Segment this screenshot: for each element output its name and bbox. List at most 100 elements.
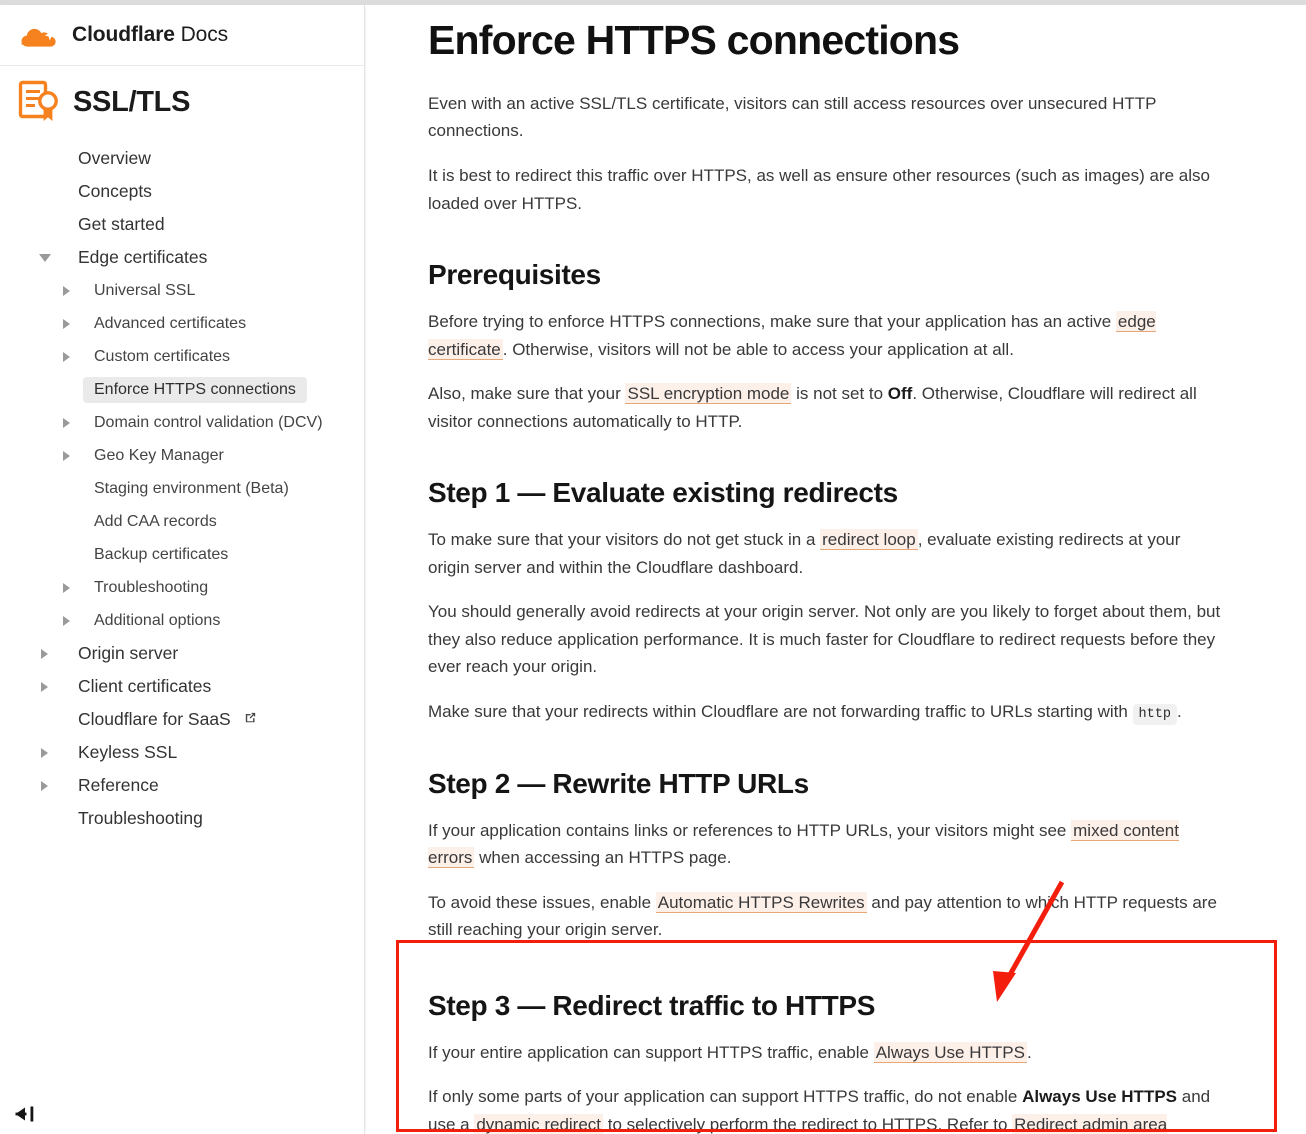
sidebar-item-label: Reference xyxy=(78,775,159,795)
chevron-right-icon[interactable] xyxy=(63,351,70,362)
collapse-sidebar-icon[interactable] xyxy=(10,1100,44,1128)
chevron-right-icon[interactable] xyxy=(63,417,70,428)
chevron-right-icon[interactable] xyxy=(63,582,70,593)
sidebar-item-staging-environment-beta[interactable]: Staging environment (Beta) xyxy=(0,472,364,505)
sidebar-item-client-certificates[interactable]: Client certificates xyxy=(0,670,364,703)
sidebar-item-label: Troubleshooting xyxy=(78,808,203,828)
sidebar-item-enforce-https-connections[interactable]: Enforce HTTPS connections xyxy=(0,373,364,406)
text-fragment: is not set to xyxy=(791,384,888,404)
text-fragment: . Otherwise, visitors will not be able t… xyxy=(502,339,1014,359)
sidebar-item-custom-certificates[interactable]: Custom certificates xyxy=(0,340,364,373)
step1-heading: Step 1 — Evaluate existing redirects xyxy=(428,477,898,509)
main-content: Enforce HTTPS connections Even with an a… xyxy=(366,5,1306,1134)
sidebar-item-advanced-certificates[interactable]: Advanced certificates xyxy=(0,307,364,340)
sidebar-item-label: Edge certificates xyxy=(78,247,208,267)
product-title: SSL/TLS xyxy=(73,85,191,118)
chevron-down-icon[interactable] xyxy=(39,253,51,262)
sidebar-item-label: Overview xyxy=(78,148,151,168)
http-code-span: http xyxy=(1132,703,1177,725)
text-fragment: If only some parts of your application c… xyxy=(428,1087,1023,1107)
sidebar-item-geo-key-manager[interactable]: Geo Key Manager xyxy=(0,439,364,472)
sidebar-item-label: Enforce HTTPS connections xyxy=(83,376,307,403)
sidebar-item-label: Cloudflare for SaaS xyxy=(78,709,231,729)
certificate-icon xyxy=(18,80,60,124)
chevron-right-icon[interactable] xyxy=(63,318,70,329)
chevron-right-icon[interactable] xyxy=(41,747,48,758)
always-use-https-emphasis: Always Use HTTPS xyxy=(1022,1087,1178,1107)
sidebar-item-label: Keyless SSL xyxy=(78,742,178,762)
sidebar-item-label: Add CAA records xyxy=(94,512,217,530)
step2-paragraph-1: If your application contains links or re… xyxy=(428,817,1223,872)
text-fragment: . xyxy=(1026,1042,1032,1062)
text-fragment: Also, make sure that your xyxy=(428,384,626,404)
sidebar-item-label: Domain control validation (DCV) xyxy=(94,413,323,431)
sidebar-item-label: Universal SSL xyxy=(94,281,196,299)
step3-paragraph-1: If your entire application can support H… xyxy=(428,1039,1223,1067)
page-title: Enforce HTTPS connections xyxy=(428,17,960,63)
sidebar-item-origin-server[interactable]: Origin server xyxy=(0,637,364,670)
prerequisites-paragraph-2: Also, make sure that your SSL encryption… xyxy=(428,380,1223,435)
docs-page: Cloudflare Docs SSL/TLS Overview Concepts… xyxy=(0,0,1306,1134)
external-link-icon xyxy=(243,709,258,730)
sidebar-item-label: Geo Key Manager xyxy=(94,446,224,464)
sidebar-item-label: Custom certificates xyxy=(94,347,231,365)
sidebar-item-label: Troubleshooting xyxy=(94,578,209,596)
sidebar-item-label: Get started xyxy=(78,214,165,234)
always-use-https-link[interactable]: Always Use HTTPS xyxy=(873,1041,1027,1063)
step3-paragraph-2: If only some parts of your application c… xyxy=(428,1083,1223,1134)
sidebar: Cloudflare Docs SSL/TLS Overview Concepts… xyxy=(0,5,365,1134)
step1-paragraph-2: You should generally avoid redirects at … xyxy=(428,602,1221,677)
sidebar-item-domain-control-validation-dcv[interactable]: Domain control validation (DCV) xyxy=(0,406,364,439)
sidebar-item-overview[interactable]: Overview xyxy=(0,142,364,175)
step1-paragraph-1: To make sure that your visitors do not g… xyxy=(428,526,1223,581)
chevron-right-icon[interactable] xyxy=(41,681,48,692)
sidebar-item-troubleshooting[interactable]: Troubleshooting xyxy=(0,571,364,604)
text-fragment: To avoid these issues, enable xyxy=(428,892,656,912)
automatic-https-rewrites-link[interactable]: Automatic HTTPS Rewrites xyxy=(655,891,867,913)
text-fragment: to selectively perform the redirect to H… xyxy=(603,1114,1013,1134)
prerequisites-paragraph-1: Before trying to enforce HTTPS connectio… xyxy=(428,308,1223,363)
sidebar-item-label: Additional options xyxy=(94,611,221,629)
sidebar-item-label: Origin server xyxy=(78,643,179,663)
chevron-right-icon[interactable] xyxy=(63,615,70,626)
sidebar-item-cloudflare-for-saas[interactable]: Cloudflare for SaaS xyxy=(0,703,364,736)
chevron-right-icon[interactable] xyxy=(63,285,70,296)
chevron-right-icon[interactable] xyxy=(41,780,48,791)
redirect-loop-link[interactable]: redirect loop xyxy=(820,529,918,551)
sidebar-item-additional-options[interactable]: Additional options xyxy=(0,604,364,637)
sidebar-item-reference[interactable]: Reference xyxy=(0,769,364,802)
sidebar-item-add-caa-records[interactable]: Add CAA records xyxy=(0,505,364,538)
off-emphasis: Off xyxy=(887,384,913,404)
dynamic-redirect-link[interactable]: dynamic redirect xyxy=(474,1113,604,1134)
brand-title: Cloudflare Docs xyxy=(72,23,228,47)
brand-name-light: Docs xyxy=(174,23,229,46)
sidebar-item-keyless-ssl[interactable]: Keyless SSL xyxy=(0,736,364,769)
chevron-right-icon[interactable] xyxy=(41,648,48,659)
text-fragment: If your application contains links or re… xyxy=(428,820,1072,840)
text-fragment: Make sure that your redirects within Clo… xyxy=(428,701,1133,721)
text-fragment: To make sure that your visitors do not g… xyxy=(428,530,821,550)
step3-heading: Step 3 — Redirect traffic to HTTPS xyxy=(428,989,876,1021)
intro-paragraph-1: Even with an active SSL/TLS certificate,… xyxy=(428,93,1157,141)
sidebar-item-backup-certificates[interactable]: Backup certificates xyxy=(0,538,364,571)
sidebar-item-label: Client certificates xyxy=(78,676,212,696)
sidebar-item-troubleshooting[interactable]: Troubleshooting xyxy=(0,802,364,835)
sidebar-item-label: Staging environment (Beta) xyxy=(94,479,289,497)
sidebar-item-get-started[interactable]: Get started xyxy=(0,208,364,241)
brand-header[interactable]: Cloudflare Docs xyxy=(0,5,364,66)
text-fragment: Before trying to enforce HTTPS connectio… xyxy=(428,312,1116,332)
prerequisites-heading: Prerequisites xyxy=(428,259,601,291)
sidebar-item-edge-certificates[interactable]: Edge certificates xyxy=(0,241,364,274)
sidebar-item-label: Backup certificates xyxy=(94,545,229,563)
sidebar-item-label: Concepts xyxy=(78,181,152,201)
step2-heading: Step 2 — Rewrite HTTP URLs xyxy=(428,767,809,799)
text-fragment: If your entire application can support H… xyxy=(428,1042,874,1062)
brand-name-bold: Cloudflare xyxy=(72,23,175,46)
intro-paragraph-2: It is best to redirect this traffic over… xyxy=(428,165,1210,213)
step1-paragraph-3: Make sure that your redirects within Clo… xyxy=(428,698,1223,726)
chevron-right-icon[interactable] xyxy=(63,450,70,461)
sidebar-item-concepts[interactable]: Concepts xyxy=(0,175,364,208)
sidebar-item-universal-ssl[interactable]: Universal SSL xyxy=(0,274,364,307)
ssl-encryption-mode-link[interactable]: SSL encryption mode xyxy=(625,383,792,405)
step2-paragraph-2: To avoid these issues, enable Automatic … xyxy=(428,889,1223,944)
